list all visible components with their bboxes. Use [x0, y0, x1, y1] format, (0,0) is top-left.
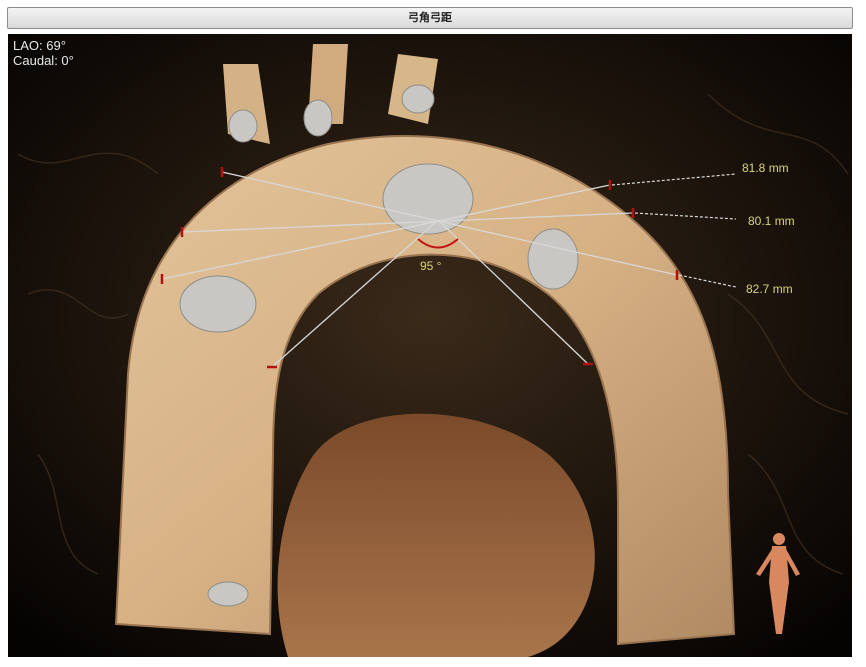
window-title: 弓角弓距 [408, 11, 452, 24]
caudal-angle: Caudal: 0° [13, 53, 74, 68]
view-angle-info: LAO: 69° Caudal: 0° [13, 38, 74, 68]
measurement-label-2: 80.1 mm [748, 214, 795, 228]
angle-label: 95 ° [420, 259, 442, 273]
3d-render-viewport[interactable]: LAO: 69° Caudal: 0° 81.8 mm 80.1 mm 82.7… [8, 34, 852, 657]
measurement-label-3: 82.7 mm [746, 282, 793, 296]
measurement-label-1: 81.8 mm [742, 161, 789, 175]
lao-angle: LAO: 69° [13, 38, 66, 53]
window-title-bar: 弓角弓距 [7, 7, 853, 29]
aorta-render [8, 34, 852, 657]
